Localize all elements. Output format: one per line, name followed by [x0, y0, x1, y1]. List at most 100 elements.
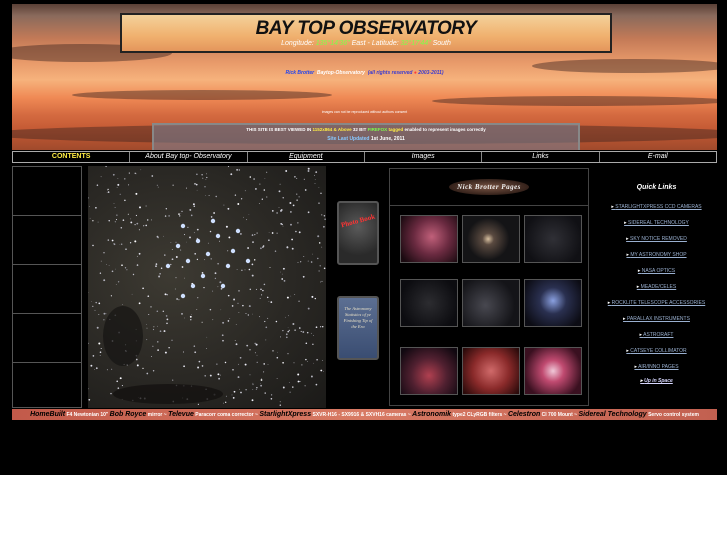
star	[110, 295, 112, 297]
star	[230, 173, 233, 176]
quick-link[interactable]: ▸ ROCKLITE TELESCOPE ACCESSORIES	[598, 300, 715, 306]
quick-link[interactable]: ▸ SIDEREAL TECHNOLOGY	[598, 220, 715, 226]
star	[98, 313, 100, 315]
photo-book-button[interactable]: Photo Book	[337, 201, 379, 265]
star	[131, 293, 133, 295]
star	[234, 194, 237, 196]
star	[290, 295, 292, 297]
thumbnail-starfield[interactable]	[524, 215, 582, 263]
star	[255, 288, 257, 290]
star	[116, 380, 119, 383]
stars-group	[88, 166, 326, 406]
star	[267, 364, 269, 366]
star	[276, 356, 279, 359]
thumbnail-cluster[interactable]	[462, 279, 520, 327]
equip-brand: HomeBuilt	[30, 411, 66, 418]
star	[265, 326, 268, 329]
star	[248, 305, 251, 308]
quick-link[interactable]: ▸ SKY NOTICE REMOVED	[598, 236, 715, 242]
thumbnail-galaxy[interactable]	[462, 215, 520, 263]
thumbnail-reflection-nebula[interactable]	[524, 279, 582, 327]
quick-link[interactable]: ▸ ASTRORAFT	[598, 332, 715, 338]
star	[282, 225, 284, 227]
star	[251, 399, 254, 402]
thumbnail-nebula-red[interactable]	[400, 215, 458, 263]
nav-about[interactable]: About Bay top- Observatory	[130, 152, 248, 162]
star	[197, 297, 199, 299]
star	[261, 378, 262, 379]
star	[164, 254, 166, 256]
quick-link[interactable]: ▸ Up in Space	[598, 378, 715, 384]
star	[197, 403, 200, 406]
star	[209, 374, 212, 377]
star	[103, 319, 105, 321]
star	[255, 388, 257, 390]
star	[261, 198, 263, 200]
quick-link[interactable]: ▸ MY ASTRONOMY SHOP	[598, 252, 715, 258]
nav-equipment[interactable]: Equipment	[248, 152, 365, 162]
star	[256, 361, 258, 363]
thumbnail-orion-nebula[interactable]	[524, 347, 582, 395]
star	[301, 364, 303, 366]
star	[140, 169, 142, 171]
star	[302, 331, 305, 333]
quick-link[interactable]: ▸ PARALLAX INSTRUMENTS	[598, 316, 715, 322]
thumbnail-running-man[interactable]	[400, 347, 458, 395]
star	[184, 277, 185, 279]
star	[264, 178, 266, 180]
star	[135, 192, 138, 195]
nav-email[interactable]: E-mail	[600, 152, 716, 162]
star	[249, 176, 252, 178]
star	[99, 272, 102, 274]
star	[294, 175, 296, 178]
star	[286, 296, 289, 299]
latitude-direction: South	[432, 40, 451, 47]
star	[201, 321, 203, 323]
stats-book-button[interactable]: The Astronomy Statistics of ye Finishing…	[337, 296, 379, 360]
star	[258, 203, 260, 204]
quick-link[interactable]: ▸ CATSEYE COLLIMATOR	[598, 348, 715, 354]
star	[287, 330, 289, 333]
star	[115, 268, 116, 270]
star	[166, 318, 169, 321]
equip-brand: Sidereal Technology	[578, 411, 647, 418]
star	[103, 279, 106, 282]
sidebar-slot	[13, 265, 81, 314]
star	[252, 382, 254, 384]
star	[164, 293, 167, 296]
star	[214, 277, 217, 280]
star	[297, 261, 299, 263]
star	[174, 288, 176, 290]
star	[96, 326, 99, 329]
firefox-link[interactable]: FIREFOX	[368, 127, 388, 132]
starfield-svg	[88, 166, 326, 406]
star	[206, 348, 207, 349]
nav-links[interactable]: Links	[482, 152, 600, 162]
star	[220, 309, 222, 311]
quick-link[interactable]: ▸ STARLIGHTXPRESS CCD CAMERAS	[598, 204, 715, 210]
gallery-title[interactable]: Nick Brotter Pages	[449, 179, 529, 195]
star	[235, 343, 238, 346]
thumbnail-starfield-2[interactable]	[400, 279, 458, 327]
star	[321, 325, 324, 328]
nav-images[interactable]: Images	[365, 152, 483, 162]
equip-brand: Celestron	[507, 411, 541, 418]
quick-link[interactable]: ▸ AIR/INNO PAGES	[598, 364, 715, 370]
thumbnail-horsehead[interactable]	[462, 347, 520, 395]
nav-contents[interactable]: CONTENTS	[13, 152, 131, 162]
star	[248, 268, 251, 271]
bright-star	[190, 283, 196, 289]
quick-link[interactable]: ▸ NASA OPTICS	[598, 268, 715, 274]
star	[280, 223, 282, 225]
star	[89, 217, 91, 219]
star	[158, 275, 161, 278]
info-suffix: enabled to represent images correctly	[404, 127, 486, 132]
star	[314, 297, 317, 300]
bright-star	[235, 228, 241, 234]
star	[314, 174, 315, 176]
star	[182, 351, 185, 353]
quick-link[interactable]: ▸ MEADE/CELES	[598, 284, 715, 290]
star	[288, 315, 289, 317]
star	[209, 230, 212, 233]
equip-brand: Televue	[168, 411, 194, 418]
